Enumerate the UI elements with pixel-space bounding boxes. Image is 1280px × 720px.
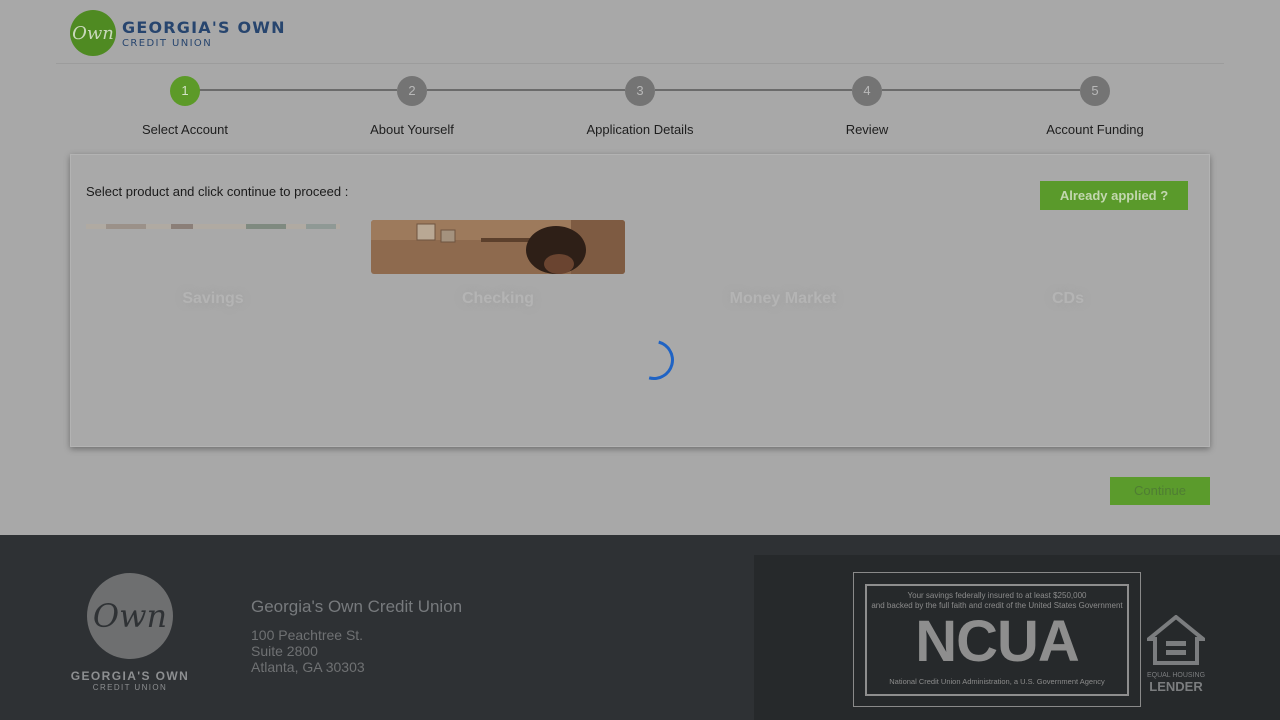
equal-housing-icon: [1143, 614, 1209, 665]
header-divider: [56, 63, 1224, 64]
footer-logo-subtitle: CREDIT UNION: [92, 683, 168, 692]
product-label: Checking: [461, 290, 534, 307]
footer-logo-mark: Own: [87, 573, 173, 659]
step-number: 1: [170, 76, 200, 106]
step-label: Account Funding: [1046, 122, 1144, 137]
product-image: [86, 220, 340, 229]
ncua-title: NCUA: [915, 609, 1080, 674]
logo-title: GEORGIA'S OWN: [122, 17, 286, 37]
logo-subtitle: CREDIT UNION: [122, 37, 213, 49]
progress-stepper: 1 Select Account 2 About Yourself 3 Appl…: [0, 74, 1280, 144]
footer-address: Georgia's Own Credit Union 100 Peachtree…: [251, 597, 462, 675]
loading-spinner-icon: [626, 332, 682, 388]
footer-logo-title: GEORGIA'S OWN: [70, 669, 190, 683]
ehl-line2: LENDER: [1149, 679, 1203, 694]
step-label: About Yourself: [370, 122, 454, 137]
product-selection-card: Select product and click continue to pro…: [70, 154, 1210, 447]
step-label: Select Account: [142, 122, 228, 137]
site-footer: Own GEORGIA'S OWN CREDIT UNION Georgia's…: [0, 535, 1280, 720]
product-tile-cds[interactable]: CDs: [941, 220, 1195, 326]
step-label: Application Details: [586, 122, 694, 137]
product-image: [941, 220, 1195, 223]
product-tile-money-market[interactable]: Money Market: [656, 220, 910, 326]
product-tile-checking[interactable]: Checking: [371, 220, 625, 326]
org-name: Georgia's Own Credit Union: [251, 597, 463, 616]
footer-logo[interactable]: Own GEORGIA'S OWN CREDIT UNION: [70, 573, 190, 692]
product-label: Savings: [182, 290, 244, 307]
instruction-text: Select product and click continue to pro…: [86, 184, 349, 199]
georgias-own-logo[interactable]: Own GEORGIA'S OWN CREDIT UNION: [70, 10, 286, 56]
product-tile-savings[interactable]: Savings: [86, 220, 340, 326]
footer-badges: Your savings federally insured to at lea…: [754, 555, 1280, 720]
site-header: Own GEORGIA'S OWN CREDIT UNION: [0, 0, 1280, 64]
step-account-funding: 5 Account Funding: [995, 76, 1195, 137]
product-label: Money Market: [729, 290, 837, 307]
step-application-details: 3 Application Details: [540, 76, 740, 137]
step-number: 2: [397, 76, 427, 106]
address-line: Suite 2800: [251, 643, 318, 659]
address-line: 100 Peachtree St.: [251, 627, 364, 643]
ncua-bottom-text: National Credit Union Administration, a …: [889, 677, 1105, 686]
step-number: 3: [625, 76, 655, 106]
logo-mark: Own: [70, 10, 116, 56]
ncua-badge: Your savings federally insured to at lea…: [853, 572, 1141, 707]
step-select-account: 1 Select Account: [85, 76, 285, 137]
continue-button[interactable]: Continue: [1110, 477, 1210, 505]
step-about-yourself: 2 About Yourself: [312, 76, 512, 137]
equal-housing-lender-badge: EQUAL HOUSING LENDER: [1143, 614, 1209, 694]
step-number: 4: [852, 76, 882, 106]
address-line: Atlanta, GA 30303: [251, 659, 365, 675]
product-image: [371, 220, 625, 274]
step-review: 4 Review: [767, 76, 967, 137]
product-label: CDs: [1051, 290, 1084, 307]
ncua-top-text: Your savings federally insured to at lea…: [907, 591, 1087, 600]
step-number: 5: [1080, 76, 1110, 106]
already-applied-button[interactable]: Already applied ?: [1040, 181, 1188, 210]
step-label: Review: [845, 122, 889, 137]
